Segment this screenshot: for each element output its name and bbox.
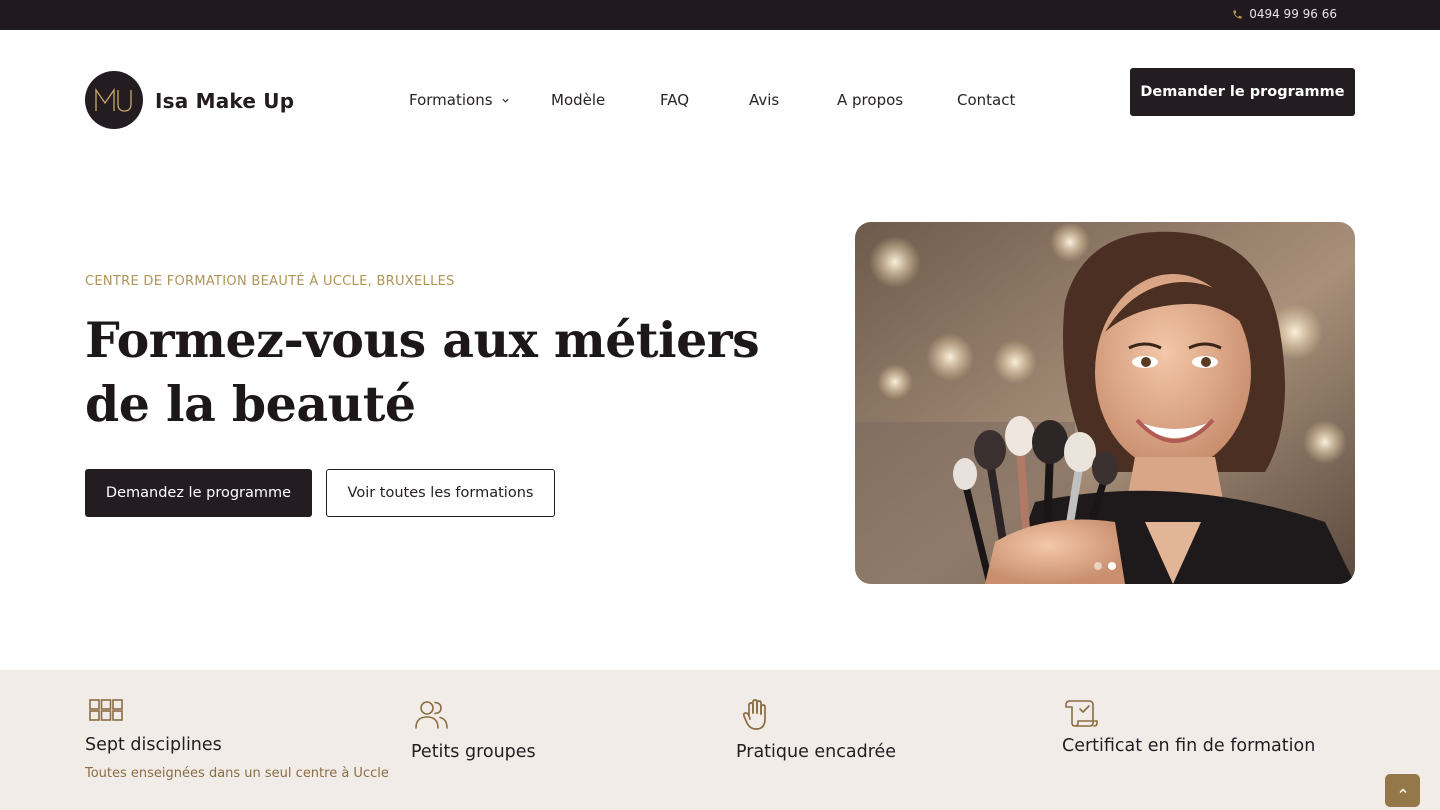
chevron-up-icon [1399,788,1406,793]
carousel-indicators [1094,562,1116,570]
phone-number: 0494 99 96 66 [1249,7,1337,21]
nav-item-label: Avis [749,91,780,109]
request-program-hero-button[interactable]: Demandez le programme [85,469,312,517]
nav-item-a-propos[interactable]: A propos [837,91,903,109]
phone-link[interactable]: 0494 99 96 66 [1232,7,1337,21]
nav-item-label: A propos [837,91,904,109]
hero-title: Formez-vous aux métiers de la beauté [85,311,760,433]
features-strip: Sept disciplines Toutes enseignées dans … [0,670,1440,810]
hero-carousel[interactable] [855,222,1355,584]
all-trainings-button[interactable]: Voir toutes les formations [326,469,555,517]
top-bar: 0494 99 96 66 [0,0,1440,30]
hand-icon [742,699,766,730]
nav-item-label: Formations [409,91,493,109]
feature-title: Petits groupes [411,742,536,762]
nav-item-contact[interactable]: Contact [957,91,1015,109]
feature-title: Sept disciplines [85,735,222,755]
hero-eyebrow: CENTRE DE FORMATION BEAUTÉ À UCCLE, BRUX… [85,274,455,289]
chevron-down-icon [501,98,509,103]
hero-photo [855,222,1355,584]
request-program-button[interactable]: Demander le programme [1130,68,1355,116]
carousel-dot[interactable] [1094,562,1102,570]
nav-item-label: FAQ [660,91,690,109]
carousel-dot-active[interactable] [1108,562,1116,570]
nav-item-formations[interactable]: Formations [409,91,510,109]
nav-item-label: Modèle [551,91,606,109]
users-icon [415,701,448,729]
feature-title: Pratique encadrée [736,742,897,762]
feature-description: Toutes enseignées dans un seul centre à … [85,766,389,781]
phone-icon [1233,9,1242,19]
nav-item-avis[interactable]: Avis [749,91,779,109]
nav-item-label: Contact [957,91,1016,109]
scroll-to-top-button[interactable] [1385,774,1420,807]
nav-item-modele[interactable]: Modèle [551,91,605,109]
certificate-icon [1065,700,1098,727]
nav-item-faq[interactable]: FAQ [660,91,689,109]
feature-title: Certificat en fin de formation [1062,736,1316,756]
grid-icon [89,699,123,721]
